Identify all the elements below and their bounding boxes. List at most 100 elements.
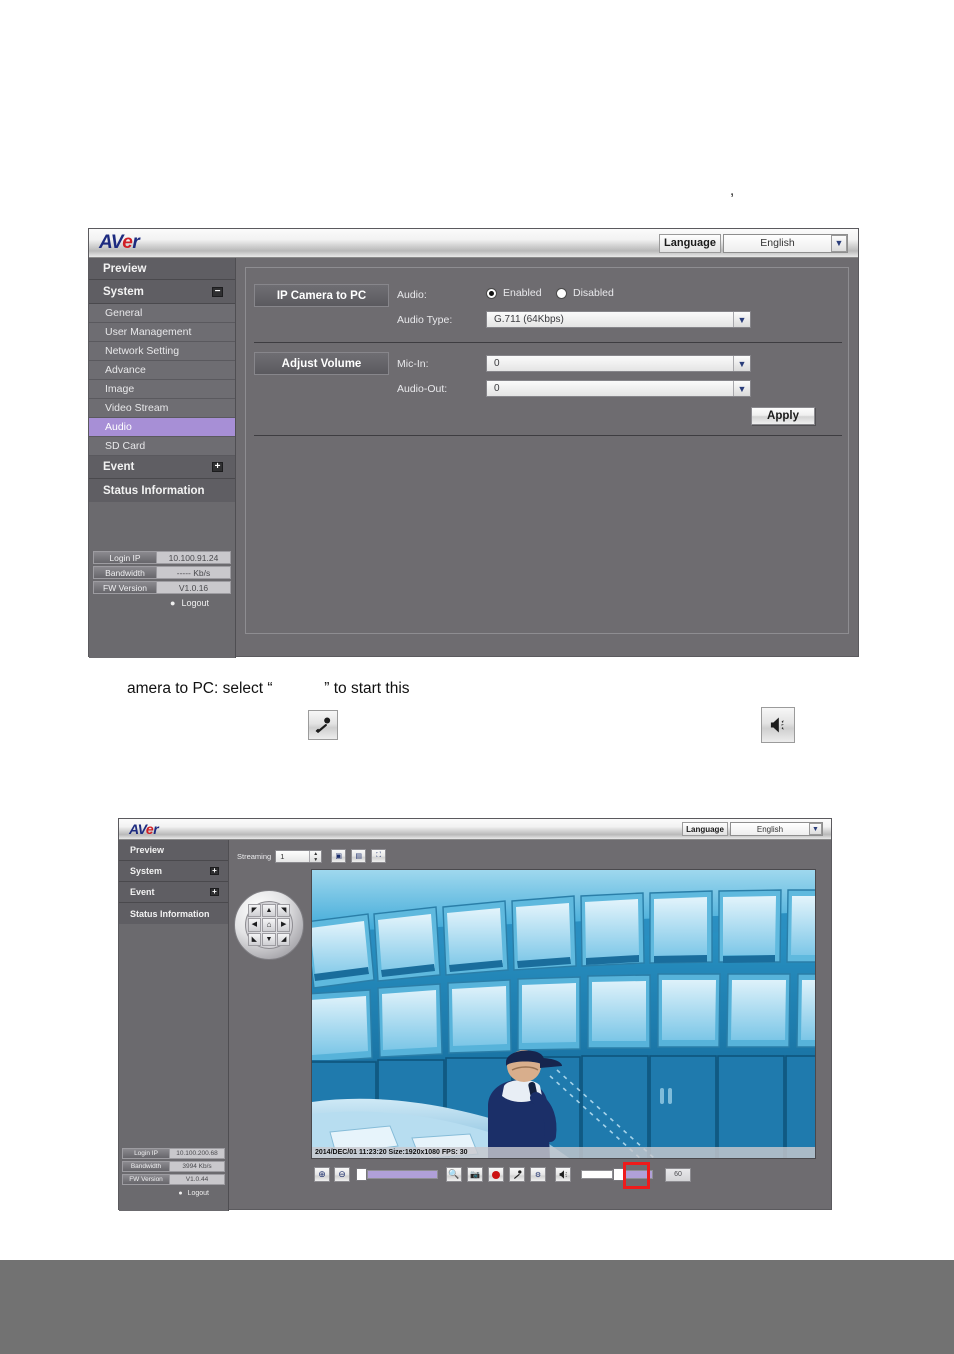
ptz-up-left-button[interactable]: ◤ <box>247 903 262 918</box>
sidebar-item-event[interactable]: Event + <box>89 456 235 479</box>
sidebar-item-preview[interactable]: Preview <box>119 840 228 861</box>
speaker-icon <box>559 1170 567 1179</box>
instruction-text: amera to PC: select “ ” to start this <box>127 680 410 697</box>
expand-event-icon[interactable]: + <box>212 462 223 472</box>
snapshot-button[interactable]: 📷 <box>467 1167 483 1182</box>
zoom-slider-track[interactable] <box>367 1170 438 1179</box>
sidebar-item-user-management[interactable]: User Management <box>89 323 235 342</box>
sidebar-item-advance[interactable]: Advance <box>89 361 235 380</box>
sidebar-item-preview[interactable]: Preview <box>89 258 235 280</box>
language-select[interactable]: English ▼ <box>723 233 848 253</box>
streaming-stepper[interactable]: 1 ▲ ▼ <box>275 849 323 863</box>
sidebar-item-label: Network Setting <box>105 345 180 357</box>
audio-settings-panel: IP Camera to PC Audio: Enabled Disabled … <box>245 267 849 634</box>
info-key: Bandwidth <box>122 1161 170 1172</box>
ptz-down-right-button[interactable]: ◢ <box>276 932 291 947</box>
info-value: V1.0.16 <box>157 581 231 594</box>
ptz-up-right-button[interactable]: ◥ <box>276 903 291 918</box>
ptz-pad[interactable]: ◤ ▲ ◥ ◀ ⌂ ▶ ◣ ▼ ◢ <box>234 890 304 960</box>
stepper-down-icon[interactable]: ▼ <box>310 857 321 863</box>
audio-type-value: G.711 (64Kbps) <box>494 314 564 325</box>
chevron-down-icon[interactable]: ▼ <box>733 381 750 396</box>
video-status-bar: 2014/DEC/01 11:23:20 Size:1920x1080 FPS:… <box>312 1147 815 1158</box>
original-size-button[interactable]: ▣ <box>331 849 347 863</box>
sidebar-item-system[interactable]: System − <box>89 280 235 304</box>
audio-out-value: 0 <box>494 383 500 394</box>
speaker-button[interactable] <box>555 1167 571 1182</box>
logout-button[interactable]: ● Logout <box>122 1187 225 1199</box>
ptz-inner[interactable]: ◤ ▲ ◥ ◀ ⌂ ▶ ◣ ▼ ◢ <box>244 900 294 950</box>
chevron-down-icon[interactable]: ▼ <box>831 234 847 252</box>
sidebar-item-status-information[interactable]: Status Information <box>89 479 235 502</box>
ptz-down-button[interactable]: ▼ <box>262 932 276 947</box>
sidebar-item-status-information[interactable]: Status Information <box>119 903 228 924</box>
chevron-down-icon[interactable]: ▼ <box>733 312 750 327</box>
volume-slider-track-left[interactable] <box>581 1170 613 1179</box>
sidebar-item-network-setting[interactable]: Network Setting <box>89 342 235 361</box>
chevron-down-icon[interactable]: ▼ <box>809 823 822 835</box>
collapse-system-icon[interactable]: − <box>212 287 223 297</box>
zoom-out-button[interactable]: ⊖ <box>334 1167 350 1182</box>
sidebar-item-label: Preview <box>103 262 147 275</box>
audio-out-select[interactable]: 0 ▼ <box>486 380 751 397</box>
record-button[interactable] <box>488 1167 504 1182</box>
chevron-down-icon[interactable]: ▼ <box>733 356 750 371</box>
info-value: 3994 Kb/s <box>170 1161 225 1172</box>
ptz-down-left-button[interactable]: ◣ <box>247 932 262 947</box>
zoom-slider[interactable] <box>356 1168 438 1181</box>
language-control: Language English ▼ <box>682 819 823 839</box>
sidebar-item-general[interactable]: General <box>89 304 235 323</box>
sidebar-item-video-stream[interactable]: Video Stream <box>89 399 235 418</box>
radio-enabled-icon[interactable] <box>486 287 497 299</box>
radio-enabled-label: Enabled <box>503 287 542 299</box>
expand-system-icon[interactable]: + <box>210 867 219 875</box>
logout-button[interactable]: ● Logout <box>93 596 231 610</box>
info-row-bandwidth: Bandwidth 3994 Kb/s <box>122 1161 225 1172</box>
ptz-left-button[interactable]: ◀ <box>247 918 262 932</box>
audio-window-titlebar: AVer Language English ▼ <box>89 229 858 258</box>
ptz-home-button[interactable]: ⌂ <box>262 918 276 932</box>
record-dot-icon <box>492 1170 500 1179</box>
live-content: Streaming 1 ▲ ▼ ▣ ▤ ⛶ ◤ ▲ ◥ ◀ ⌂ ▶ ◣ ▼ ◢ … <box>229 840 831 1209</box>
logo-av: AV <box>99 232 123 253</box>
full-screen-button[interactable]: ⛶ <box>371 849 387 863</box>
ptz-up-button[interactable]: ▲ <box>262 903 276 918</box>
sidebar-item-image[interactable]: Image <box>89 380 235 399</box>
speaker-icon <box>761 707 795 743</box>
apply-button[interactable]: Apply <box>751 407 815 425</box>
ptz-right-button[interactable]: ▶ <box>276 918 291 932</box>
radio-audio-enabled[interactable]: Enabled <box>486 287 542 299</box>
section-header-ip-camera-to-pc: IP Camera to PC <box>254 284 389 307</box>
radio-disabled-label: Disabled <box>573 287 614 299</box>
sidebar-item-label: Image <box>105 383 135 395</box>
zoom-in-button[interactable]: ⊕ <box>314 1167 330 1182</box>
page-footer-band <box>0 1260 954 1354</box>
fit-window-button[interactable]: ▤ <box>351 849 367 863</box>
zoom-slider-knob[interactable] <box>356 1168 367 1181</box>
info-row-fw-version: FW Version V1.0.16 <box>93 581 231 594</box>
language-label: Language <box>682 822 728 836</box>
audio-type-select[interactable]: G.711 (64Kbps) ▼ <box>486 311 751 328</box>
mic-in-select[interactable]: 0 ▼ <box>486 355 751 372</box>
digital-zoom-button[interactable]: 🔍 <box>446 1167 462 1182</box>
sidebar-item-sd-card[interactable]: SD Card <box>89 437 235 456</box>
sidebar-item-label: Event <box>130 887 155 897</box>
sidebar-item-audio[interactable]: Audio <box>89 418 235 437</box>
video-display[interactable]: 2014/DEC/01 11:23:20 Size:1920x1080 FPS:… <box>311 869 816 1159</box>
radio-disabled-icon[interactable] <box>556 287 567 299</box>
aver-logo: AVer <box>119 821 159 837</box>
microphone-button[interactable] <box>509 1167 525 1182</box>
audio-label: Audio: <box>397 289 427 301</box>
section-divider-2 <box>254 435 842 436</box>
sidebar-item-system[interactable]: System + <box>119 861 228 882</box>
stepper-arrows[interactable]: ▲ ▼ <box>309 850 322 863</box>
expand-event-icon[interactable]: + <box>210 888 219 896</box>
live-window-titlebar: AVer Language English ▼ <box>119 819 831 840</box>
language-select[interactable]: English ▼ <box>730 822 823 836</box>
video-settings-button[interactable]: ⚙ <box>530 1167 546 1182</box>
radio-audio-disabled[interactable]: Disabled <box>556 287 614 299</box>
sidebar-item-event[interactable]: Event + <box>119 882 228 903</box>
sidebar-item-label: SD Card <box>105 440 146 452</box>
sidebar-item-label: Audio <box>105 421 132 433</box>
mic-in-label: Mic-In: <box>397 358 429 370</box>
